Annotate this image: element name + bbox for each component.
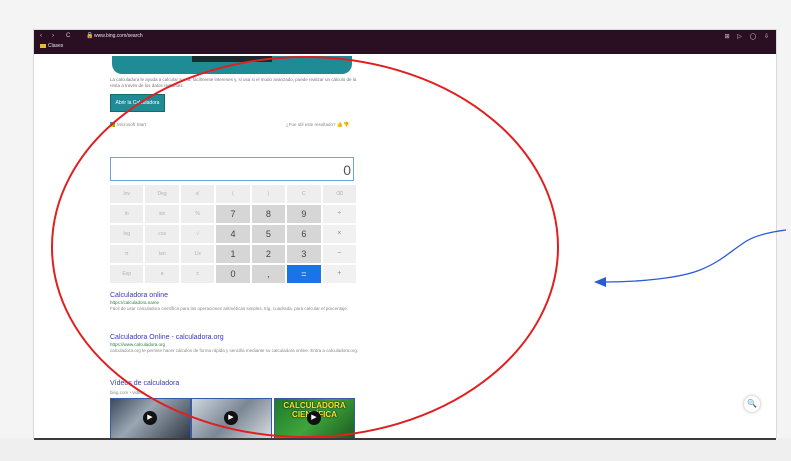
calculator-key[interactable]: × [322, 225, 356, 243]
calculator-key[interactable]: 6 [287, 225, 321, 243]
videos-source: bing.com › videos [110, 390, 146, 395]
bookmark-label: Clases [48, 43, 64, 49]
calculator-key[interactable]: Exp [110, 265, 144, 283]
videos-heading[interactable]: Vídeos de calculadora [110, 380, 179, 387]
microsoft-logo: Microsoft Start [110, 122, 147, 128]
calculator-key[interactable]: log [110, 225, 144, 243]
video-thumbnail[interactable]: ▶ [110, 398, 191, 438]
calculator-key[interactable]: = [287, 265, 321, 283]
calculator-key[interactable]: Deg [145, 185, 179, 203]
result-url[interactable]: https://www.calculadora.org [110, 342, 370, 347]
calculator-key[interactable]: 9 [287, 205, 321, 223]
back-button[interactable]: ‹ [40, 33, 42, 39]
calculator-key[interactable]: Inv [110, 185, 144, 203]
result-title[interactable]: Calculadora Online - calculadora.org [110, 334, 370, 341]
calculator-key[interactable]: ( [216, 185, 250, 203]
microsoft-icon [110, 122, 115, 128]
feedback-label: ¿Fue útil este resultado? [286, 122, 336, 127]
banner-image [112, 56, 352, 74]
feedback-row: ¿Fue útil este resultado? 👍👎 [286, 122, 349, 128]
calculator-display[interactable]: 0 [110, 157, 354, 181]
calculator-key[interactable]: ) [251, 185, 286, 203]
calculator-keypad: Inv Deg x!() C ⌫ ln sin% 7 8 9 ÷ log cos √ 4 5 6 × π tan 1/x… [110, 185, 356, 283]
calculator-key[interactable]: e [145, 265, 179, 283]
calculator-key[interactable]: ln [110, 205, 144, 223]
calculator-key[interactable]: , [251, 265, 286, 283]
bottom-strip [0, 438, 791, 461]
calculator-key[interactable]: % [180, 205, 215, 223]
result-snippet: Fácil de usar calculadora científica par… [110, 306, 349, 311]
calculator-key[interactable]: cos [145, 225, 179, 243]
play-icon[interactable]: ▶ [307, 411, 321, 425]
play-icon[interactable]: ▶ [143, 411, 157, 425]
calculator-key[interactable]: 2 [251, 245, 286, 263]
calculator-key[interactable]: 1 [216, 245, 250, 263]
browser-toolbar: ‹ › C 🔒 www.bing.com/search ⊞ ▷ ◯ ⇩ Clas… [34, 30, 776, 54]
browser-window: ‹ › C 🔒 www.bing.com/search ⊞ ▷ ◯ ⇩ Clas… [34, 30, 776, 438]
forward-button[interactable]: › [52, 33, 54, 39]
calculator-key[interactable]: C [287, 185, 321, 203]
result-title[interactable]: Calculadora online [110, 292, 370, 299]
calculator-description: La calculadora le ayuda a calcular suma,… [110, 77, 357, 88]
bookmark-clases[interactable]: Clases [40, 43, 63, 49]
calculator-key[interactable]: 1/x [180, 245, 215, 263]
calculator-key[interactable]: ± [180, 265, 215, 283]
calculator-key[interactable]: + [322, 265, 356, 283]
calculator-key[interactable]: 4 [216, 225, 250, 243]
search-result: Calculadora Online - calculadora.org htt… [110, 334, 370, 354]
play-icon[interactable]: ▶ [224, 411, 238, 425]
calculator-key[interactable]: 3 [287, 245, 321, 263]
open-calculator-button[interactable]: Abrir la Calculadora [110, 94, 165, 112]
calculator-key[interactable]: tan [145, 245, 179, 263]
calculator-key[interactable]: π [110, 245, 144, 263]
calculator-key[interactable]: 5 [251, 225, 286, 243]
search-result: Calculadora online https://calculadora.n… [110, 292, 370, 312]
calculator-key[interactable]: 0 [216, 265, 250, 283]
microsoft-label: Microsoft Start [117, 122, 147, 127]
video-thumbnail[interactable]: ▶ [191, 398, 272, 438]
thumbs-down-icon[interactable]: 👎 [343, 122, 349, 128]
calculator-key[interactable]: x! [180, 185, 215, 203]
calculator-key[interactable]: 8 [251, 205, 286, 223]
result-snippet: calculadora.org te permite hacer cálculo… [110, 348, 359, 353]
calculator-key[interactable]: √ [180, 225, 215, 243]
calculator-key[interactable]: 7 [216, 205, 250, 223]
lock-icon: 🔒 [86, 33, 94, 39]
address-bar[interactable]: www.bing.com/search [94, 33, 143, 39]
calculator-key[interactable]: ⌫ [322, 185, 356, 203]
result-url[interactable]: https://calculadora.name [110, 300, 370, 305]
video-thumbnail[interactable]: CALCULADORA CIENTÍFICA▶ [274, 398, 355, 438]
folder-icon [40, 43, 46, 48]
reload-button[interactable]: C [66, 33, 70, 39]
calculator-key[interactable]: sin [145, 205, 179, 223]
search-icon[interactable]: 🔍 [744, 396, 760, 412]
calculator-key[interactable]: − [322, 245, 356, 263]
calculator-key[interactable]: ÷ [322, 205, 356, 223]
toolbar-icons[interactable]: ⊞ ▷ ◯ ⇩ [725, 33, 772, 40]
calculator-widget: 0 Inv Deg x!() C ⌫ ln sin% 7 8 9 ÷ log cos √ 4 5 6 × π tan 1… [110, 157, 356, 287]
